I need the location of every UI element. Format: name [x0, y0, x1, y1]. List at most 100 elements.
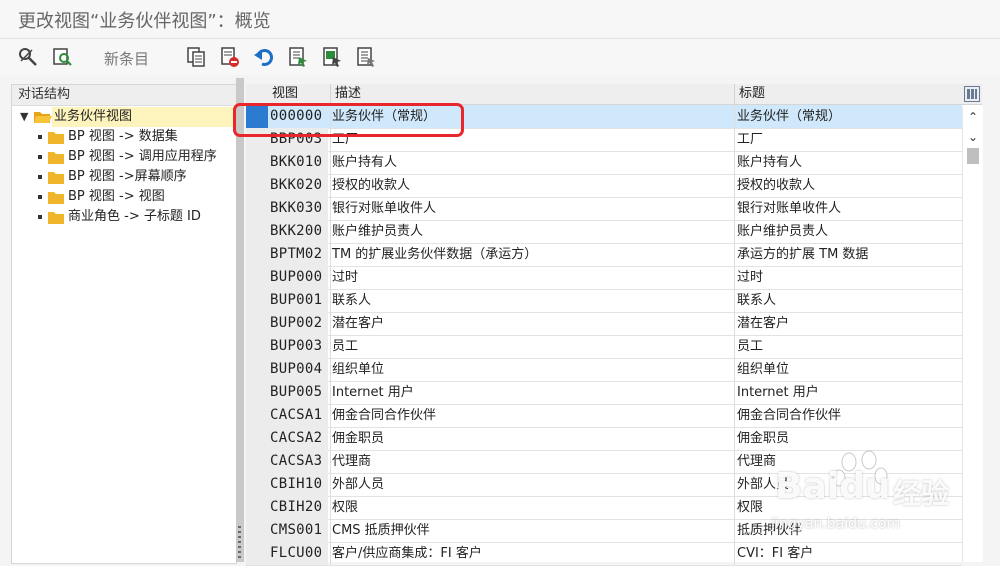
table-row[interactable]: BKK200 账户维护员责人 账户维护员责人: [246, 220, 962, 244]
cell-description[interactable]: 账户持有人: [330, 151, 732, 174]
tree-item-views[interactable]: BP 视图 -> 视图: [12, 187, 236, 207]
row-selector[interactable]: [246, 128, 269, 151]
cell-description[interactable]: 银行对账单收件人: [330, 197, 732, 220]
row-selector[interactable]: [246, 197, 269, 220]
table-settings-icon[interactable]: [964, 86, 980, 102]
column-header-title[interactable]: 标题: [734, 84, 967, 104]
column-header-description[interactable]: 描述: [330, 84, 735, 104]
cell-title[interactable]: 外部人员: [734, 473, 963, 496]
new-entries-button[interactable]: 新条目: [104, 48, 149, 69]
expand-arrow-icon[interactable]: ▼: [20, 107, 28, 127]
row-selector[interactable]: [246, 312, 269, 335]
cell-title[interactable]: 过时: [734, 266, 963, 289]
cell-view[interactable]: BUP004: [268, 358, 328, 381]
cell-title[interactable]: 授权的收款人: [734, 174, 963, 197]
cell-description[interactable]: 组织单位: [330, 358, 732, 381]
panel-splitter[interactable]: [236, 78, 244, 562]
cell-view[interactable]: BPTM02: [268, 243, 328, 266]
cell-view[interactable]: CACSA3: [268, 450, 328, 473]
tree-item-call-application[interactable]: BP 视图 -> 调用应用程序: [12, 147, 236, 167]
cell-description[interactable]: 业务伙伴（常规）: [330, 105, 732, 128]
table-row[interactable]: BUP001 联系人 联系人: [246, 289, 962, 313]
row-selector[interactable]: [246, 519, 269, 542]
cell-view[interactable]: BUP000: [268, 266, 328, 289]
cell-description[interactable]: 外部人员: [330, 473, 732, 496]
table-row[interactable]: BUP003 员工 员工: [246, 335, 962, 359]
cell-view[interactable]: BKK200: [268, 220, 328, 243]
table-row[interactable]: BUP004 组织单位 组织单位: [246, 358, 962, 382]
select-block-icon[interactable]: [320, 45, 344, 69]
cell-title[interactable]: 承运方的扩展 TM 数据: [734, 243, 963, 266]
row-selector[interactable]: [246, 266, 269, 289]
cell-title[interactable]: 账户持有人: [734, 151, 963, 174]
table-row[interactable]: CBIH10 外部人员 外部人员: [246, 473, 962, 497]
cell-view[interactable]: CACSA2: [268, 427, 328, 450]
tree-item-datasets[interactable]: BP 视图 -> 数据集: [12, 127, 236, 147]
table-row[interactable]: BKK020 授权的收款人 授权的收款人: [246, 174, 962, 198]
row-selector[interactable]: [246, 381, 269, 404]
cell-view[interactable]: BUP002: [268, 312, 328, 335]
tree-root-business-partner-view[interactable]: ▼ 业务伙伴视图: [12, 107, 236, 127]
table-row[interactable]: BBP003 工厂 工厂: [246, 128, 962, 152]
cell-title[interactable]: 潜在客户: [734, 312, 963, 335]
table-row[interactable]: BPTM02 TM 的扩展业务伙伴数据（承运方） 承运方的扩展 TM 数据: [246, 243, 962, 267]
cell-title[interactable]: 佣金职员: [734, 427, 963, 450]
table-row[interactable]: CACSA1 佣金合同合作伙伴 佣金合同合作伙伴: [246, 404, 962, 428]
cell-title[interactable]: 银行对账单收件人: [734, 197, 963, 220]
table-row[interactable]: CACSA3 代理商 代理商: [246, 450, 962, 474]
column-header-view[interactable]: 视图: [268, 84, 330, 104]
row-selector[interactable]: [246, 450, 269, 473]
cell-title[interactable]: 组织单位: [734, 358, 963, 381]
scrollbar-thumb[interactable]: [967, 148, 979, 164]
delete-icon[interactable]: [218, 45, 242, 69]
row-selector[interactable]: [246, 174, 269, 197]
cell-title[interactable]: 代理商: [734, 450, 963, 473]
display-change-icon[interactable]: [16, 45, 40, 69]
cell-description[interactable]: 代理商: [330, 450, 732, 473]
cell-description[interactable]: 联系人: [330, 289, 732, 312]
cell-view[interactable]: CBIH20: [268, 496, 328, 519]
cell-view[interactable]: CMS001: [268, 519, 328, 542]
table-row[interactable]: BUP005 Internet 用户 Internet 用户: [246, 381, 962, 405]
tree-item-screen-sequence[interactable]: BP 视图 ->屏幕顺序: [12, 167, 236, 187]
select-all-cell[interactable]: [246, 84, 268, 104]
cell-view[interactable]: CBIH10: [268, 473, 328, 496]
cell-description[interactable]: 佣金职员: [330, 427, 732, 450]
row-selector[interactable]: [246, 220, 269, 243]
table-row[interactable]: BKK030 银行对账单收件人 银行对账单收件人: [246, 197, 962, 221]
cell-description[interactable]: 账户维护员责人: [330, 220, 732, 243]
cell-description[interactable]: 权限: [330, 496, 732, 519]
cell-view[interactable]: BKK030: [268, 197, 328, 220]
cell-view[interactable]: CACSA1: [268, 404, 328, 427]
table-row[interactable]: 000000 业务伙伴（常规） 业务伙伴（常规）: [246, 105, 962, 129]
cell-description[interactable]: 员工: [330, 335, 732, 358]
cell-description[interactable]: 过时: [330, 266, 732, 289]
cell-title[interactable]: 账户维护员责人: [734, 220, 963, 243]
splitter-grip[interactable]: [238, 526, 241, 558]
table-row[interactable]: BUP002 潜在客户 潜在客户: [246, 312, 962, 336]
row-selector[interactable]: [246, 473, 269, 496]
cell-view[interactable]: BUP001: [268, 289, 328, 312]
cell-title[interactable]: 抵质押伙伴: [734, 519, 963, 542]
cell-view[interactable]: BUP003: [268, 335, 328, 358]
row-selector[interactable]: [246, 496, 269, 519]
cell-view[interactable]: BBP003: [268, 128, 328, 151]
cell-description[interactable]: CMS 抵质押伙伴: [330, 519, 732, 542]
table-row[interactable]: CMS001 CMS 抵质押伙伴 抵质押伙伴: [246, 519, 962, 543]
deselect-all-icon[interactable]: [354, 45, 378, 69]
scroll-up-icon[interactable]: ⌃: [966, 110, 980, 124]
cell-title[interactable]: 联系人: [734, 289, 963, 312]
cell-view[interactable]: 000000: [268, 105, 328, 128]
row-selector[interactable]: [246, 151, 269, 174]
cell-view[interactable]: BKK010: [268, 151, 328, 174]
cell-description[interactable]: 工厂: [330, 128, 732, 151]
cell-title[interactable]: 业务伙伴（常规）: [734, 105, 963, 128]
undo-icon[interactable]: [252, 45, 276, 69]
cell-view[interactable]: BUP005: [268, 381, 328, 404]
cell-description[interactable]: TM 的扩展业务伙伴数据（承运方）: [330, 243, 732, 266]
cell-title[interactable]: 工厂: [734, 128, 963, 151]
cell-description[interactable]: 佣金合同合作伙伴: [330, 404, 732, 427]
cell-title[interactable]: Internet 用户: [734, 381, 963, 404]
scroll-down-icon[interactable]: ⌄: [966, 130, 980, 144]
copy-icon[interactable]: [184, 45, 208, 69]
